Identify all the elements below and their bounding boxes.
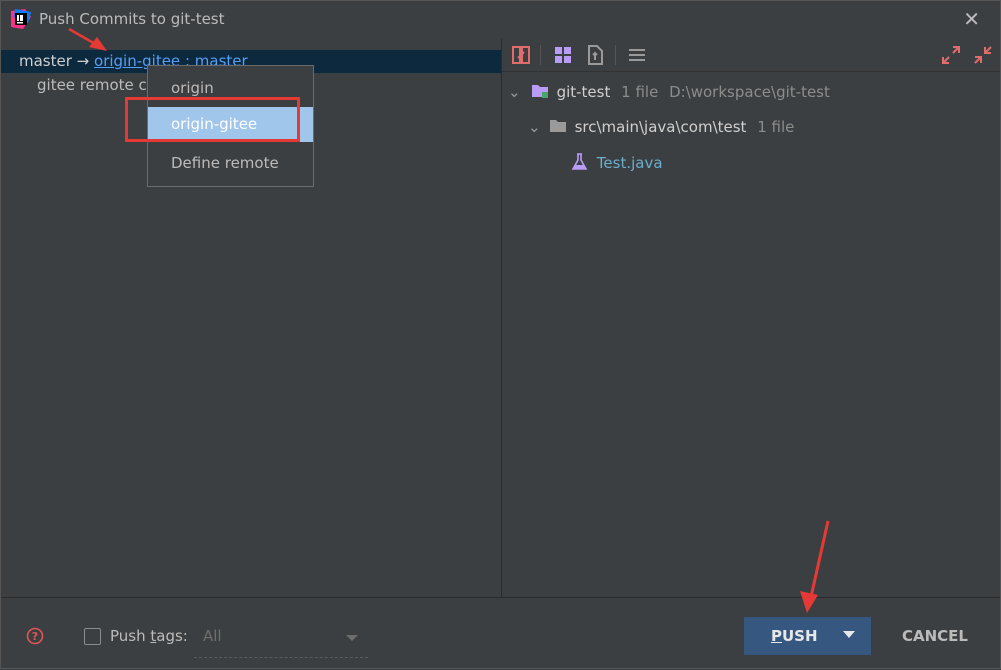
window-title: Push Commits to git-test xyxy=(39,10,225,28)
push-tags-suffix: ags: xyxy=(156,627,188,645)
options-icon[interactable] xyxy=(626,44,648,66)
file-name: Test.java xyxy=(596,154,663,172)
repo-path: D:\workspace\git-test xyxy=(669,83,830,101)
cancel-button[interactable]: CANCEL xyxy=(891,617,981,655)
menu-item-origin-gitee[interactable]: origin-gitee xyxy=(148,107,313,142)
tree-row-folder[interactable]: ⌄ src\main\java\com\test 1 file xyxy=(528,118,794,136)
push-label: PUSH xyxy=(771,627,818,645)
folder-name: src\main\java\com\test xyxy=(574,118,747,136)
expand-all-icon[interactable] xyxy=(940,44,962,66)
push-button[interactable]: PUSH xyxy=(744,617,871,655)
push-dropdown-icon[interactable] xyxy=(843,631,855,638)
local-branch: master xyxy=(19,52,72,70)
svg-text:?: ? xyxy=(32,630,38,643)
diff-icon[interactable] xyxy=(510,44,532,66)
changes-toolbar xyxy=(502,39,1000,72)
arrow-icon: → xyxy=(71,52,95,70)
chevron-down-icon[interactable]: ⌄ xyxy=(528,118,542,136)
push-tags-label: Push tags: xyxy=(110,627,188,645)
push-commits-dialog: Push Commits to git-test ✕ master → orig… xyxy=(0,0,1001,669)
group-by-icon[interactable] xyxy=(552,44,574,66)
folder-icon xyxy=(549,120,566,132)
help-icon[interactable]: ? xyxy=(26,627,44,645)
close-icon[interactable]: ✕ xyxy=(963,7,980,31)
footer-divider xyxy=(1,597,1000,598)
collapse-all-icon[interactable] xyxy=(972,44,994,66)
menu-item-origin[interactable]: origin xyxy=(148,71,313,106)
folder-file-count: 1 file xyxy=(757,118,795,136)
intellij-idea-icon xyxy=(11,9,31,29)
cancel-label: CANCEL xyxy=(902,627,968,645)
changes-pane: ⌄ git-test 1 file D:\workspace\git-test … xyxy=(502,39,1000,597)
menu-item-define-remote[interactable]: Define remote xyxy=(148,146,313,181)
push-label-rest: USH xyxy=(782,627,818,645)
repo-name: git-test xyxy=(556,83,611,101)
java-test-file-icon xyxy=(571,153,588,170)
toolbar-separator xyxy=(540,45,541,65)
toolbar-separator xyxy=(615,45,616,65)
push-tags-select[interactable]: All xyxy=(194,621,368,658)
push-tags-prefix: Push xyxy=(110,627,151,645)
push-tags-checkbox[interactable] xyxy=(84,628,101,645)
push-mnemonic: P xyxy=(771,627,782,645)
chevron-down-icon xyxy=(346,635,358,641)
tree-row-file[interactable]: Test.java xyxy=(570,153,663,172)
chevron-down-icon[interactable]: ⌄ xyxy=(508,83,522,101)
folder-vcs-icon xyxy=(531,85,548,98)
commit-item[interactable]: gitee remote co xyxy=(37,76,156,94)
show-changes-icon[interactable] xyxy=(584,44,606,66)
tree-row-repo[interactable]: ⌄ git-test 1 file D:\workspace\git-test xyxy=(508,83,830,101)
remote-popup-menu: origin origin-gitee Define remote xyxy=(147,65,314,187)
push-tags-value: All xyxy=(203,627,222,645)
title-bar: Push Commits to git-test ✕ xyxy=(1,1,1000,39)
repo-file-count: 1 file xyxy=(621,83,659,101)
